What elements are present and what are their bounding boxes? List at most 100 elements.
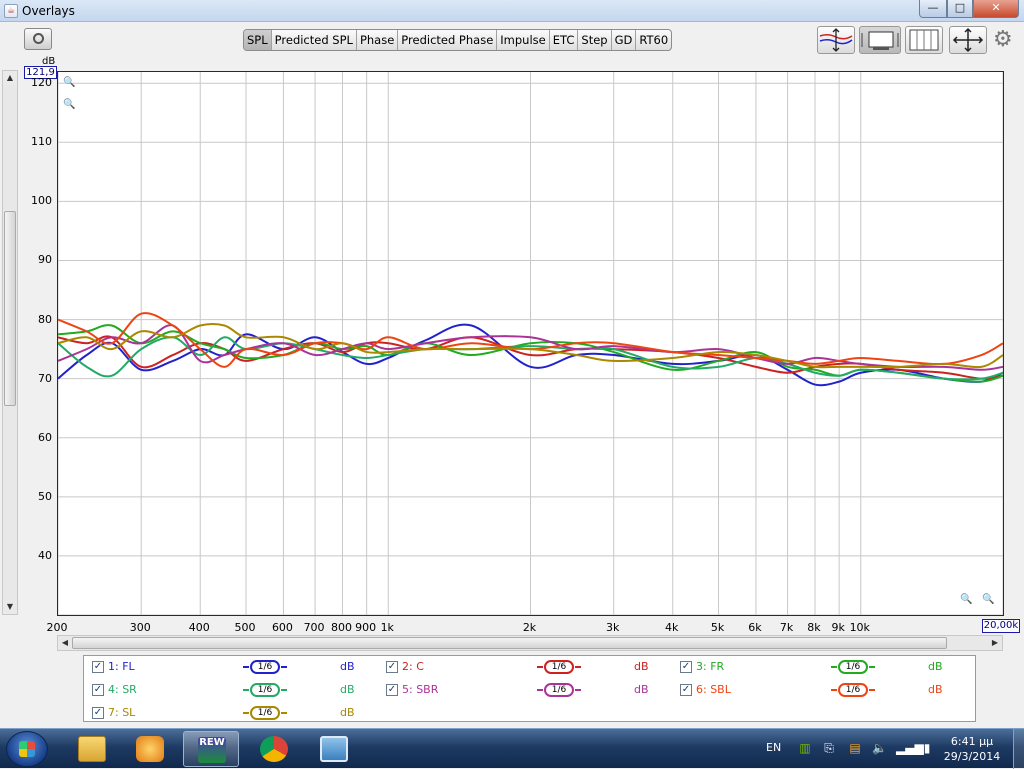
x-tick-label: 8k — [807, 621, 821, 634]
legend-unit: dB — [340, 683, 355, 696]
window-layout-icon[interactable] — [859, 26, 901, 54]
x-tick-label: 900 — [355, 621, 377, 634]
x-max-readout[interactable]: 20,00k — [982, 619, 1020, 633]
y-tick-label: 100 — [31, 194, 52, 208]
x-tick-label: 7k — [779, 621, 794, 634]
windows-start-icon[interactable] — [6, 731, 48, 767]
spl-overlay-graph[interactable]: 🔍 🔍 🔍 🔍 — [57, 71, 1004, 616]
x-tick-label: 9k — [831, 621, 845, 634]
legend-name[interactable]: 3: FR — [696, 660, 724, 673]
legend-name[interactable]: 5: SBR — [402, 683, 438, 696]
clock-time[interactable]: 6:41 μμ — [942, 735, 1002, 748]
window-title: Overlays — [22, 4, 75, 18]
y-tick-label: 120 — [31, 76, 52, 90]
legend-unit: dB — [928, 683, 943, 696]
tab-predicted-phase[interactable]: Predicted Phase — [398, 30, 498, 50]
graph-tabs: SPL Predicted SPL Phase Predicted Phase … — [243, 29, 673, 51]
sound-card-icon[interactable]: ▤ — [848, 741, 862, 755]
clock-date[interactable]: 29/3/2014 — [942, 750, 1002, 763]
zoom-in-x-icon[interactable]: 🔍 — [982, 593, 996, 607]
legend-name[interactable]: 4: SR — [108, 683, 137, 696]
x-tick-label: 4k — [665, 621, 679, 634]
chrome-icon[interactable] — [246, 731, 302, 767]
battery-icon[interactable]: ▮ — [920, 741, 934, 755]
volume-icon[interactable]: 🔈 — [872, 741, 887, 755]
close-button[interactable]: ✕ — [973, 0, 1019, 18]
x-tick-label: 1k — [380, 621, 394, 634]
smoothing-selector[interactable]: 1/6 — [243, 706, 287, 720]
usb-icon[interactable]: ⎘ — [822, 741, 836, 755]
vertical-scroll-thumb[interactable] — [4, 211, 16, 406]
tab-step[interactable]: Step — [578, 30, 612, 50]
scroll-right-icon[interactable]: ▶ — [988, 636, 1002, 650]
legend-unit: dB — [634, 660, 649, 673]
media-player-icon[interactable] — [122, 731, 178, 767]
tab-etc[interactable]: ETC — [550, 30, 579, 50]
scroll-left-icon[interactable]: ◀ — [58, 636, 72, 650]
tab-impulse[interactable]: Impulse — [497, 30, 550, 50]
horizontal-scroll-thumb[interactable] — [72, 637, 947, 649]
legend-item: ✓ 2: C 1/6 dB — [386, 659, 666, 677]
fit-arrows-icon[interactable] — [949, 26, 987, 54]
legend-name[interactable]: 1: FL — [108, 660, 135, 673]
smoothing-selector[interactable]: 1/6 — [243, 660, 287, 674]
legend-checkbox[interactable]: ✓ — [680, 661, 692, 673]
smoothing-selector[interactable]: 1/6 — [831, 660, 875, 674]
legend-unit: dB — [340, 660, 355, 673]
tab-rt60[interactable]: RT60 — [636, 30, 671, 50]
x-tick-label: 3k — [606, 621, 620, 634]
vertical-zoom-icon[interactable] — [817, 26, 855, 54]
grid-icon[interactable] — [905, 26, 943, 54]
legend-checkbox[interactable]: ✓ — [680, 684, 692, 696]
vertical-scrollbar[interactable]: ▲ ▼ — [2, 70, 18, 615]
scroll-up-icon[interactable]: ▲ — [3, 71, 17, 85]
legend-item: ✓ 4: SR 1/6 dB — [92, 682, 372, 700]
y-tick-label: 80 — [38, 312, 52, 326]
network-icon[interactable]: ▂▄▆ — [896, 741, 924, 755]
gear-icon[interactable]: ⚙ — [993, 26, 1019, 54]
zoom-out-icon[interactable]: 🔍 — [63, 98, 77, 112]
zoom-in-icon[interactable]: 🔍 — [63, 76, 77, 90]
tab-phase[interactable]: Phase — [357, 30, 399, 50]
legend-checkbox[interactable]: ✓ — [386, 684, 398, 696]
smoothing-selector[interactable]: 1/6 — [831, 683, 875, 697]
measurement-legend: ✓ 1: FL 1/6 dB ✓ 2: C 1/6 dB ✓ 3: FR 1/6 dB ✓ 4: SR 1/… — [83, 655, 976, 722]
legend-name[interactable]: 7: SL — [108, 706, 135, 719]
photo-viewer-icon[interactable] — [306, 731, 362, 767]
explorer-icon[interactable] — [64, 731, 120, 767]
legend-checkbox[interactable]: ✓ — [386, 661, 398, 673]
y-tick-label: 110 — [31, 135, 52, 149]
legend-checkbox[interactable]: ✓ — [92, 661, 104, 673]
show-desktop-button[interactable] — [1013, 729, 1024, 769]
legend-unit: dB — [634, 683, 649, 696]
legend-checkbox[interactable]: ✓ — [92, 707, 104, 719]
legend-name[interactable]: 6: SBL — [696, 683, 731, 696]
camera-icon[interactable] — [24, 28, 52, 50]
taskbar: REW EN ▥ ⎘ ▤ 🔈 ▂▄▆ ▮ 6:41 μμ 29/3/2014 — [0, 728, 1024, 769]
minimize-button[interactable]: — — [919, 0, 947, 18]
horizontal-scrollbar[interactable]: ◀ ▶ — [57, 635, 1003, 651]
legend-name[interactable]: 2: C — [402, 660, 424, 673]
tab-predicted-spl[interactable]: Predicted SPL — [272, 30, 357, 50]
legend-item: ✓ 3: FR 1/6 dB — [680, 659, 960, 677]
x-tick-label: 2k — [522, 621, 537, 634]
smoothing-selector[interactable]: 1/6 — [537, 660, 581, 674]
x-tick-label: 200 — [46, 621, 68, 634]
tab-spl[interactable]: SPL — [244, 30, 272, 50]
smoothing-selector[interactable]: 1/6 — [537, 683, 581, 697]
x-tick-label: 500 — [234, 621, 256, 634]
zoom-out-x-icon[interactable]: 🔍 — [960, 593, 974, 607]
y-tick-label: 90 — [38, 253, 52, 267]
rew-app-icon[interactable]: REW — [183, 731, 239, 767]
x-tick-label: 6k — [748, 621, 762, 634]
language-indicator[interactable]: EN — [766, 741, 781, 754]
tab-gd[interactable]: GD — [612, 30, 637, 50]
smoothing-selector[interactable]: 1/6 — [243, 683, 287, 697]
legend-item: ✓ 7: SL 1/6 dB — [92, 705, 372, 723]
maximize-button[interactable]: □ — [947, 0, 973, 18]
scroll-down-icon[interactable]: ▼ — [3, 600, 17, 614]
rew-label: REW — [198, 737, 226, 763]
legend-item: ✓ 5: SBR 1/6 dB — [386, 682, 666, 700]
legend-checkbox[interactable]: ✓ — [92, 684, 104, 696]
nvidia-icon[interactable]: ▥ — [798, 741, 812, 755]
